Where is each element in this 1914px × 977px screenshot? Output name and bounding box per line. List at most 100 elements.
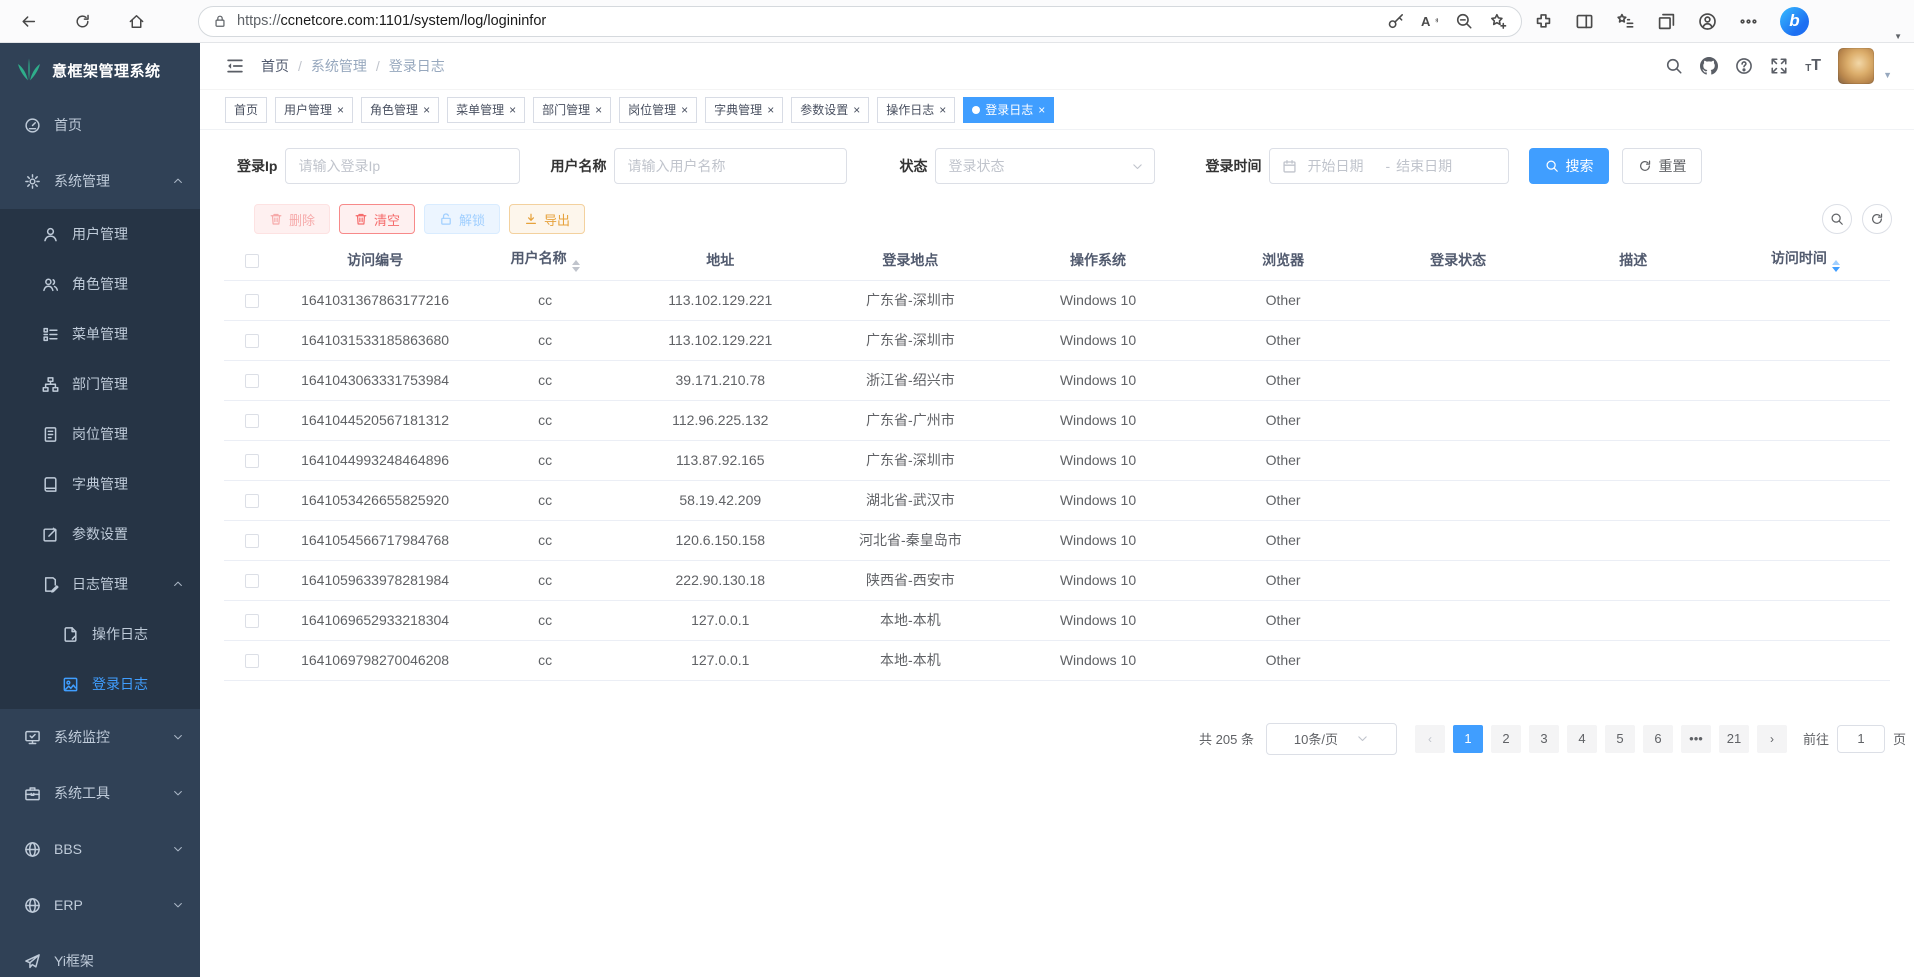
page-button-2[interactable]: 2 <box>1491 725 1521 753</box>
close-icon[interactable]: × <box>681 104 688 116</box>
sidebar-item-log-management[interactable]: 日志管理 <box>0 559 200 609</box>
reset-button[interactable]: 重置 <box>1622 148 1702 184</box>
row-checkbox[interactable] <box>245 294 259 308</box>
breadcrumb-item[interactable]: 首页 <box>261 56 289 76</box>
close-icon[interactable]: × <box>595 104 602 116</box>
profile-icon[interactable] <box>1698 12 1717 31</box>
delete-button[interactable]: 删除 <box>254 204 330 234</box>
row-checkbox[interactable] <box>245 534 259 548</box>
row-checkbox[interactable] <box>245 414 259 428</box>
header-search-icon[interactable] <box>1665 57 1683 75</box>
sidebar-item-erp[interactable]: ERP <box>0 877 200 933</box>
zoom-out-icon[interactable] <box>1455 12 1473 30</box>
close-icon[interactable]: × <box>509 104 516 116</box>
page-ellipsis[interactable]: ••• <box>1681 725 1711 753</box>
prev-page-button[interactable]: ‹ <box>1415 725 1445 753</box>
read-aloud-icon[interactable]: A <box>1421 12 1439 30</box>
login-ip-input[interactable] <box>285 148 520 184</box>
more-menu-icon[interactable] <box>1739 12 1758 31</box>
sidebar-item-login-log[interactable]: 登录日志 <box>0 659 200 709</box>
search-button[interactable]: 搜索 <box>1529 148 1609 184</box>
export-button[interactable]: 导出 <box>509 204 585 234</box>
row-checkbox[interactable] <box>245 574 259 588</box>
extensions-icon[interactable] <box>1534 12 1553 31</box>
sidebar-item-bbs[interactable]: BBS <box>0 821 200 877</box>
password-key-icon[interactable] <box>1387 12 1405 30</box>
tab-dept-management[interactable]: 部门管理× <box>533 97 611 123</box>
select-all-checkbox[interactable] <box>245 254 259 268</box>
tab-role-management[interactable]: 角色管理× <box>361 97 439 123</box>
split-screen-icon[interactable] <box>1575 12 1594 31</box>
sidebar-item-param-settings[interactable]: 参数设置 <box>0 509 200 559</box>
tab-dict-management[interactable]: 字典管理× <box>705 97 783 123</box>
row-checkbox[interactable] <box>245 494 259 508</box>
bing-icon[interactable]: b <box>1780 7 1809 36</box>
page-button-6[interactable]: 6 <box>1643 725 1673 753</box>
sidebar-item-dept-management[interactable]: 部门管理 <box>0 359 200 409</box>
browser-refresh-button[interactable] <box>64 3 100 39</box>
browser-home-button[interactable] <box>118 3 154 39</box>
favorites-add-icon[interactable] <box>1489 12 1507 30</box>
sort-caret-icon[interactable] <box>572 260 580 272</box>
browser-back-button[interactable] <box>10 3 46 39</box>
close-icon[interactable]: × <box>853 104 860 116</box>
tab-login-log[interactable]: 登录日志× <box>963 97 1054 123</box>
sidebar-item-system-monitor[interactable]: 系统监控 <box>0 709 200 765</box>
row-checkbox[interactable] <box>245 654 259 668</box>
column-header[interactable]: 用户名称 <box>470 240 620 280</box>
github-icon[interactable] <box>1700 57 1718 75</box>
show-search-button[interactable] <box>1822 204 1852 234</box>
next-page-button[interactable]: › <box>1757 725 1787 753</box>
sidebar-item-post-management[interactable]: 岗位管理 <box>0 409 200 459</box>
help-icon[interactable] <box>1735 57 1753 75</box>
sidebar-item-menu-management[interactable]: 菜单管理 <box>0 309 200 359</box>
row-checkbox[interactable] <box>245 334 259 348</box>
sidebar-item-home[interactable]: 首页 <box>0 97 200 153</box>
bing-caret-icon[interactable]: ▼ <box>1894 32 1902 41</box>
sidebar-item-system-tools[interactable]: 系统工具 <box>0 765 200 821</box>
goto-page-input[interactable] <box>1837 725 1885 753</box>
tab-operation-log[interactable]: 操作日志× <box>877 97 955 123</box>
sidebar-collapse-icon[interactable] <box>225 56 245 76</box>
sidebar-item-operation-log[interactable]: 操作日志 <box>0 609 200 659</box>
page-button-1[interactable]: 1 <box>1453 725 1483 753</box>
tab-home[interactable]: 首页 <box>225 97 267 123</box>
refresh-table-button[interactable] <box>1862 204 1892 234</box>
close-icon[interactable]: × <box>337 104 344 116</box>
collections-icon[interactable] <box>1657 12 1676 31</box>
app-logo[interactable]: 意框架管理系统 <box>0 43 200 97</box>
tab-post-management[interactable]: 岗位管理× <box>619 97 697 123</box>
login-time-range-picker[interactable]: 开始日期 - 结束日期 <box>1269 148 1509 184</box>
close-icon[interactable]: × <box>423 104 430 116</box>
favorites-bar-icon[interactable] <box>1616 12 1635 31</box>
row-checkbox[interactable] <box>245 614 259 628</box>
sidebar-item-role-management[interactable]: 角色管理 <box>0 259 200 309</box>
column-header[interactable]: 访问时间 <box>1721 240 1890 280</box>
page-button-5[interactable]: 5 <box>1605 725 1635 753</box>
font-size-icon[interactable]: TT <box>1805 58 1821 74</box>
page-button-4[interactable]: 4 <box>1567 725 1597 753</box>
fullscreen-icon[interactable] <box>1770 57 1788 75</box>
page-button-21[interactable]: 21 <box>1719 725 1749 753</box>
close-icon[interactable]: × <box>939 104 946 116</box>
tab-user-management[interactable]: 用户管理× <box>275 97 353 123</box>
sidebar-item-system-management[interactable]: 系统管理 <box>0 153 200 209</box>
tab-param-settings[interactable]: 参数设置× <box>791 97 869 123</box>
sort-caret-icon[interactable] <box>1832 260 1840 272</box>
row-checkbox[interactable] <box>245 374 259 388</box>
page-size-select[interactable]: 10条/页 <box>1266 723 1397 755</box>
avatar[interactable] <box>1838 48 1874 84</box>
tab-menu-management[interactable]: 菜单管理× <box>447 97 525 123</box>
clear-button[interactable]: 清空 <box>339 204 415 234</box>
page-button-3[interactable]: 3 <box>1529 725 1559 753</box>
status-select[interactable]: 登录状态 <box>935 148 1155 184</box>
sidebar-item-yi-framework[interactable]: Yi框架 <box>0 933 200 977</box>
close-icon[interactable]: × <box>767 104 774 116</box>
address-bar[interactable]: https://ccnetcore.com:1101/system/log/lo… <box>198 6 1522 37</box>
row-checkbox[interactable] <box>245 454 259 468</box>
avatar-caret-icon[interactable]: ▼ <box>1883 70 1892 84</box>
sidebar-item-dict-management[interactable]: 字典管理 <box>0 459 200 509</box>
unlock-button[interactable]: 解锁 <box>424 204 500 234</box>
close-icon[interactable]: × <box>1038 104 1045 116</box>
user-name-input[interactable] <box>614 148 847 184</box>
